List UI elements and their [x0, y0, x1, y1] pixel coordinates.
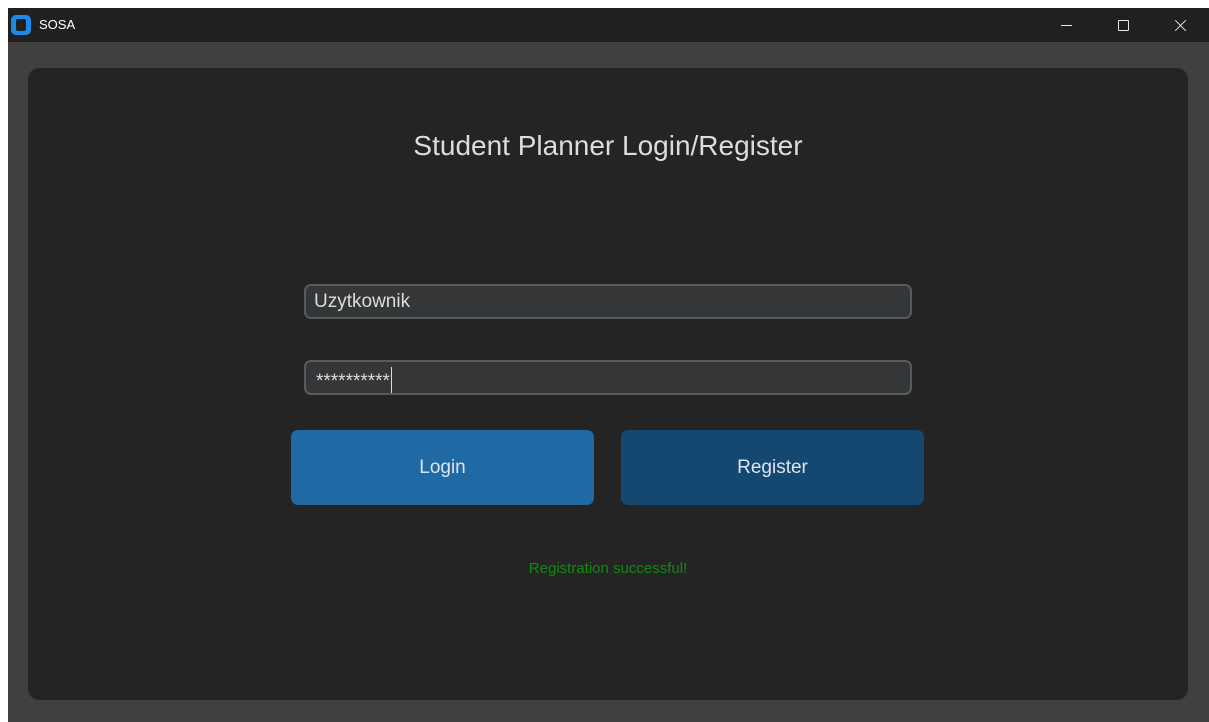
maximize-button[interactable] [1095, 8, 1151, 42]
status-message: Registration successful! [528, 560, 688, 577]
text-caret [390, 367, 392, 393]
app-window: SOSA Student Planner Login/Register ****… [8, 8, 1209, 722]
minimize-button[interactable] [1038, 8, 1094, 42]
page-title: Student Planner Login/Register [413, 130, 803, 161]
username-input[interactable] [304, 284, 912, 319]
minimize-icon [1060, 24, 1072, 26]
register-button[interactable]: Register [621, 430, 924, 505]
close-icon [1174, 19, 1187, 32]
close-button[interactable] [1152, 8, 1208, 42]
title-bar[interactable]: SOSA [8, 8, 1209, 42]
login-button[interactable]: Login [291, 430, 594, 505]
password-value: ********** [316, 367, 392, 393]
password-input[interactable]: ********** [304, 360, 912, 395]
maximize-icon [1117, 19, 1129, 31]
login-panel: Student Planner Login/Register *********… [28, 68, 1188, 700]
app-icon [11, 15, 31, 35]
window-title: SOSA [39, 17, 76, 32]
